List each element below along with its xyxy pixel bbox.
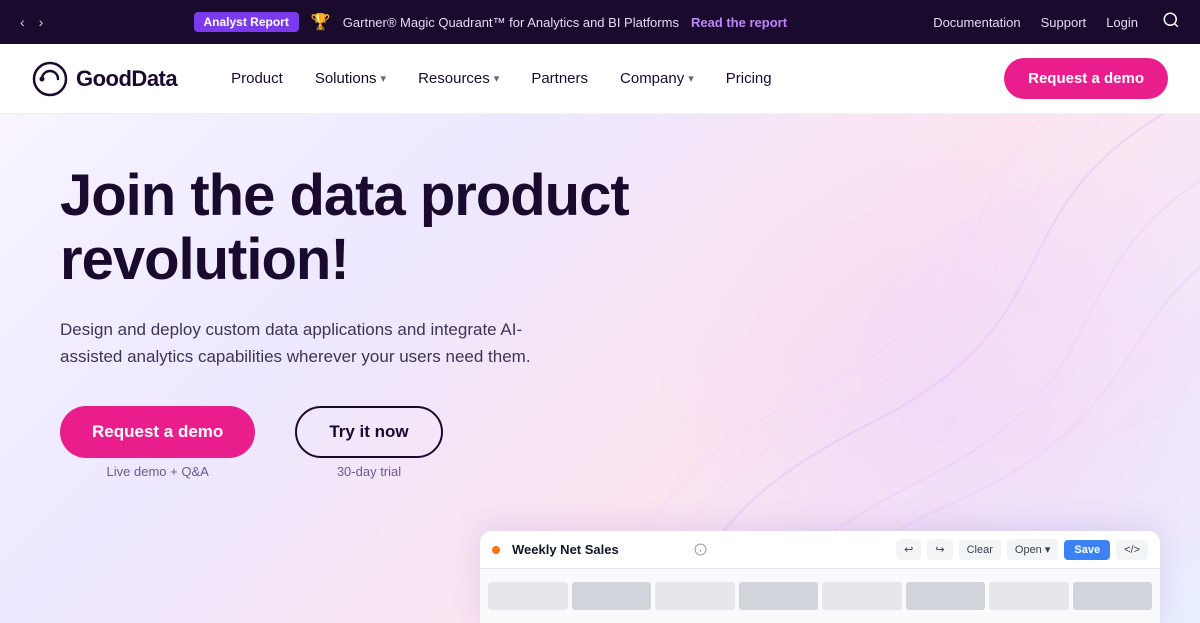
nav-links: Product Solutions ▾ Resources ▾ Partners…: [217, 62, 1004, 95]
main-nav: GoodData Product Solutions ▾ Resources ▾…: [0, 44, 1200, 114]
announcement-bar: ‹ › Analyst Report 🏆 Gartner® Magic Quad…: [0, 0, 1200, 44]
announcement-text: Gartner® Magic Quadrant™ for Analytics a…: [343, 15, 679, 30]
logo-text: GoodData: [76, 66, 177, 92]
hero-subtitle: Design and deploy custom data applicatio…: [60, 316, 580, 370]
hero-content: Join the data product revolution! Design…: [60, 164, 740, 479]
announcement-content: Analyst Report 🏆 Gartner® Magic Quadrant…: [47, 12, 933, 32]
nav-login-link[interactable]: Login: [1106, 15, 1138, 30]
chevron-down-icon: ▾: [494, 72, 500, 85]
search-icon: [1162, 11, 1180, 29]
table-cell: [906, 582, 986, 610]
announcement-nav-arrows[interactable]: ‹ ›: [16, 10, 47, 34]
announcement-link[interactable]: Read the report: [691, 15, 787, 30]
top-nav: Documentation Support Login: [933, 7, 1184, 38]
table-cell: [655, 582, 735, 610]
table-cell: [572, 582, 652, 610]
code-button[interactable]: </>: [1116, 540, 1148, 560]
hero-section: Join the data product revolution! Design…: [0, 114, 1200, 623]
hero-request-demo-button[interactable]: Request a demo: [60, 406, 255, 458]
status-dot: [492, 546, 500, 554]
hero-secondary-action-group: Try it now 30-day trial: [295, 406, 442, 479]
nav-resources[interactable]: Resources ▾: [404, 62, 513, 95]
nav-support-link[interactable]: Support: [1041, 15, 1087, 30]
save-button[interactable]: Save: [1064, 540, 1110, 560]
info-icon: [694, 543, 707, 556]
hero-actions: Request a demo Live demo + Q&A Try it no…: [60, 406, 740, 479]
nav-product[interactable]: Product: [217, 62, 297, 95]
table-cell: [739, 582, 819, 610]
announcement-prev-btn[interactable]: ‹: [16, 10, 29, 34]
dashboard-body: [480, 569, 1160, 623]
hero-primary-action-group: Request a demo Live demo + Q&A: [60, 406, 255, 479]
hero-title: Join the data product revolution!: [60, 164, 740, 292]
announcement-next-btn[interactable]: ›: [35, 10, 48, 34]
table-cell: [488, 582, 568, 610]
toolbar-actions: ↩ ↪ Clear Open ▾ Save </>: [896, 539, 1148, 560]
hero-try-now-button[interactable]: Try it now: [295, 406, 442, 458]
nav-company[interactable]: Company ▾: [606, 62, 708, 95]
dashboard-title: Weekly Net Sales: [512, 542, 686, 557]
hero-secondary-sub-text: 30-day trial: [337, 464, 401, 479]
nav-solutions[interactable]: Solutions ▾: [301, 62, 400, 95]
table-cell: [1073, 582, 1153, 610]
chevron-down-icon: ▾: [381, 72, 387, 85]
logo-icon: [32, 61, 68, 97]
nav-partners[interactable]: Partners: [517, 62, 602, 95]
logo[interactable]: GoodData: [32, 61, 177, 97]
undo-button[interactable]: ↩: [896, 539, 921, 560]
search-button[interactable]: [1158, 7, 1184, 38]
announcement-emoji: 🏆: [311, 12, 331, 32]
chevron-down-icon: ▾: [688, 72, 694, 85]
hero-primary-sub-text: Live demo + Q&A: [107, 464, 209, 479]
clear-button[interactable]: Clear: [959, 540, 1001, 560]
table-cell: [822, 582, 902, 610]
nav-documentation-link[interactable]: Documentation: [933, 15, 1020, 30]
nav-request-demo-button[interactable]: Request a demo: [1004, 58, 1168, 99]
dashboard-preview: Weekly Net Sales ↩ ↪ Clear Open ▾ Save <…: [480, 531, 1160, 623]
table-cell: [989, 582, 1069, 610]
dashboard-toolbar: Weekly Net Sales ↩ ↪ Clear Open ▾ Save <…: [480, 531, 1160, 569]
nav-pricing[interactable]: Pricing: [712, 62, 786, 95]
announcement-badge: Analyst Report: [194, 12, 299, 32]
redo-button[interactable]: ↪: [927, 539, 952, 560]
open-button[interactable]: Open ▾: [1007, 539, 1059, 560]
